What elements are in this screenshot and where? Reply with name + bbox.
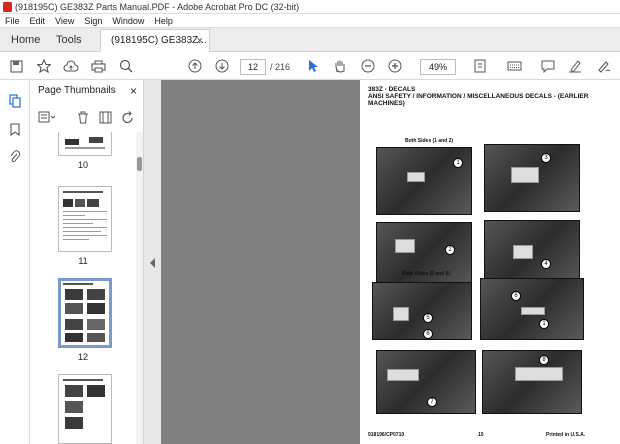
decal-photo-6: 6 1 xyxy=(480,278,584,340)
decal-label xyxy=(511,167,539,183)
callout-number: 7 xyxy=(427,397,437,407)
thumbnail-page-13[interactable] xyxy=(58,374,112,444)
decal-label xyxy=(395,239,415,253)
callout-number: 6 xyxy=(423,329,433,339)
decal-label xyxy=(513,245,533,259)
decal-label xyxy=(393,307,409,321)
thumbnail-list: 10 11 12 xyxy=(30,132,143,444)
pdf-page: 383Z - DECALS ANSI SAFETY / INFORMATION … xyxy=(360,80,620,444)
highlight-pen-icon[interactable] xyxy=(566,57,584,75)
page-number-input[interactable]: 12 xyxy=(240,59,266,75)
keyboard-icon[interactable] xyxy=(505,57,523,75)
search-icon[interactable] xyxy=(117,57,135,75)
decal-photo-2: 2 xyxy=(376,222,472,290)
zoom-out-icon[interactable] xyxy=(359,57,377,75)
zoom-level-dropdown[interactable]: 49% xyxy=(420,59,456,75)
upload-cloud-icon[interactable] xyxy=(62,57,80,75)
callout-number: 6 xyxy=(511,291,521,301)
sign-icon[interactable] xyxy=(595,57,613,75)
decal-label xyxy=(407,172,425,182)
menu-sign[interactable]: Sign xyxy=(84,14,102,27)
menu-view[interactable]: View xyxy=(55,14,74,27)
tab-home[interactable]: Home xyxy=(11,28,40,52)
decal-label xyxy=(387,369,419,381)
decal-photo-1: 1 xyxy=(376,147,472,215)
menu-help[interactable]: Help xyxy=(154,14,173,27)
tab-document-label: (918195C) GE383Z... xyxy=(111,35,207,46)
thumbnail-page-11[interactable] xyxy=(58,186,112,252)
window-title: (918195C) GE383Z Parts Manual.PDF - Adob… xyxy=(15,2,300,12)
comment-icon[interactable] xyxy=(539,57,557,75)
thumbnail-label-10: 10 xyxy=(77,160,88,170)
decal-photo-5: 5 6 xyxy=(372,282,472,340)
collapse-panel-gutter[interactable] xyxy=(143,80,161,444)
panel-header: Page Thumbnails × xyxy=(30,80,143,102)
callout-number: 1 xyxy=(539,319,549,329)
decal-label xyxy=(521,307,545,315)
page-title-line-2: ANSI SAFETY / INFORMATION / MISCELLANEOU… xyxy=(368,93,589,100)
bookmark-icon[interactable] xyxy=(6,120,24,138)
page-title-line-3: MACHINES) xyxy=(368,100,405,107)
decal-photo-3: 3 xyxy=(484,144,580,212)
decal-label xyxy=(515,367,563,381)
callout-number: 1 xyxy=(453,158,463,168)
thumbnail-scrollbar[interactable] xyxy=(136,132,143,444)
panel-toolbar xyxy=(30,108,143,128)
star-icon[interactable] xyxy=(35,57,53,75)
panel-title: Page Thumbnails xyxy=(38,85,116,96)
thumbnail-options-icon[interactable] xyxy=(38,108,56,126)
next-page-icon[interactable] xyxy=(213,57,231,75)
caption-both-sides-1-2: Both Sides (1 and 2) xyxy=(405,138,454,144)
scrollbar-thumb[interactable] xyxy=(137,157,142,171)
thumbnail-label-12: 12 xyxy=(77,352,88,362)
print-icon[interactable] xyxy=(89,57,107,75)
callout-number: 3 xyxy=(541,153,551,163)
title-bar: (918195C) GE383Z Parts Manual.PDF - Adob… xyxy=(0,0,620,14)
hand-tool-icon[interactable] xyxy=(331,57,349,75)
collapse-arrow-icon[interactable] xyxy=(150,258,155,268)
navigation-pane-strip xyxy=(0,80,30,444)
rotate-icon[interactable] xyxy=(118,108,136,126)
menu-edit[interactable]: Edit xyxy=(30,14,46,27)
menu-bar: File Edit View Sign Window Help xyxy=(0,14,620,28)
page-title-line-1: 383Z - DECALS xyxy=(368,86,416,93)
extract-page-icon[interactable] xyxy=(96,108,114,126)
callout-number: 8 xyxy=(539,355,549,365)
fit-page-icon[interactable] xyxy=(471,57,489,75)
save-icon[interactable] xyxy=(7,57,25,75)
menu-file[interactable]: File xyxy=(5,14,20,27)
tab-tools[interactable]: Tools xyxy=(56,28,82,52)
document-canvas: 383Z - DECALS ANSI SAFETY / INFORMATION … xyxy=(161,80,620,444)
footer-part-number: 918196/CP0710 xyxy=(368,432,405,438)
select-cursor-icon[interactable] xyxy=(304,57,322,75)
zoom-in-icon[interactable] xyxy=(386,57,404,75)
menu-window[interactable]: Window xyxy=(112,14,144,27)
footer-page-number: 10 xyxy=(478,432,484,438)
footer-printed: Printed in U.S.A. xyxy=(546,432,586,438)
page-heading: 383Z - DECALS ANSI SAFETY / INFORMATION … xyxy=(368,86,588,107)
thumbnail-label-11: 11 xyxy=(78,256,88,266)
tab-document[interactable]: (918195C) GE383Z... × xyxy=(100,29,210,52)
decal-photo-7: 7 xyxy=(376,350,476,414)
callout-number: 5 xyxy=(423,313,433,323)
thumbnail-page-12[interactable] xyxy=(58,278,112,348)
delete-icon[interactable] xyxy=(74,108,92,126)
main-toolbar: 12 / 216 49% xyxy=(0,52,620,80)
page-thumbnails-icon[interactable] xyxy=(6,92,24,110)
page-total: / 216 xyxy=(270,62,291,72)
close-tab-icon[interactable]: × xyxy=(197,30,203,52)
tab-bar: Home Tools (918195C) GE383Z... × xyxy=(0,28,620,52)
callout-number: 2 xyxy=(445,245,455,255)
attachment-icon[interactable] xyxy=(6,148,24,166)
page-thumbnails-panel: Page Thumbnails × 10 11 12 xyxy=(30,80,143,444)
caption-both-sides-5-6: Both Sides (5 and 6) xyxy=(402,271,451,277)
decal-photo-8: 8 xyxy=(482,350,582,414)
acrobat-logo-icon xyxy=(3,2,12,12)
previous-page-icon[interactable] xyxy=(186,57,204,75)
close-panel-icon[interactable]: × xyxy=(130,80,137,102)
thumbnail-page-10[interactable] xyxy=(58,132,112,156)
callout-number: 4 xyxy=(541,259,551,269)
